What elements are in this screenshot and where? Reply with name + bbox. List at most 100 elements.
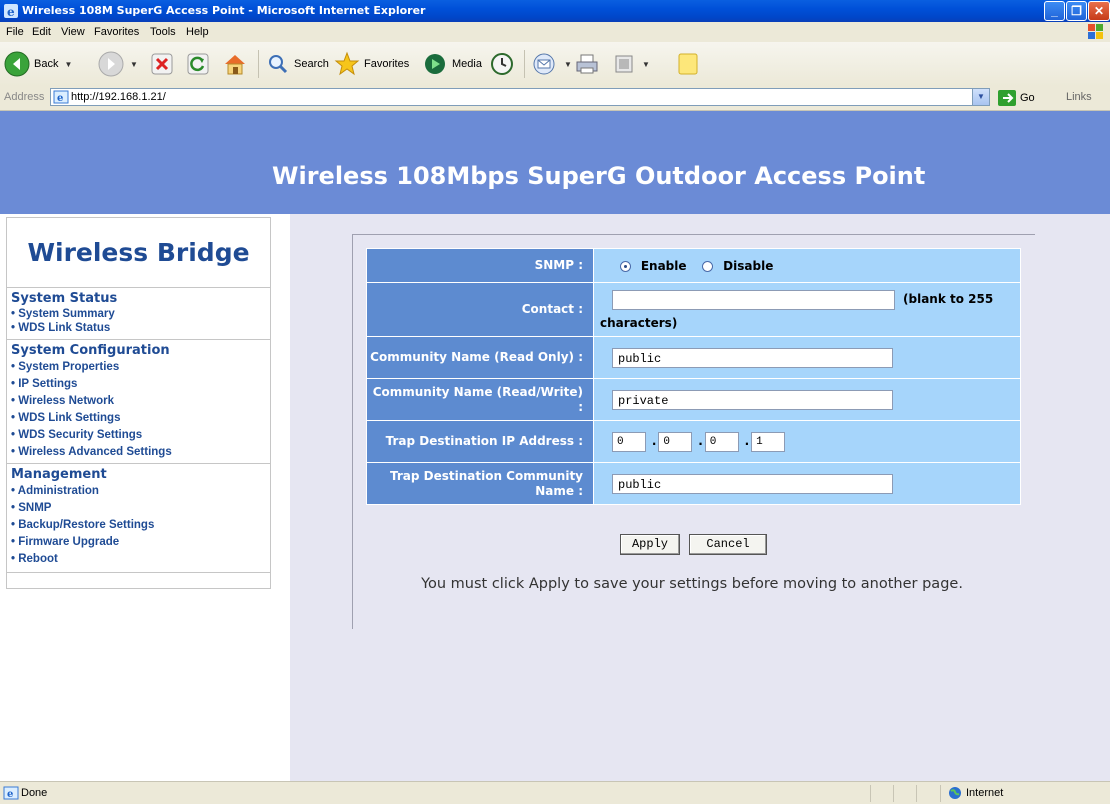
community-rw-input[interactable]: private — [612, 389, 893, 410]
trap-ip-octet-3[interactable]: 0 — [704, 431, 739, 452]
search-button[interactable]: Search — [266, 48, 329, 80]
trap-community-cell: public — [593, 462, 1021, 505]
nav-reboot[interactable]: Reboot — [11, 553, 58, 565]
snmp-options: Enable Disable — [593, 248, 1021, 283]
content-border — [352, 234, 353, 629]
cancel-button[interactable]: Cancel — [689, 534, 767, 555]
page-icon: e — [53, 90, 69, 104]
close-button[interactable]: ✕ — [1088, 1, 1110, 21]
menu-edit[interactable]: Edit — [32, 26, 51, 38]
menu-favorites[interactable]: Favorites — [94, 26, 139, 38]
contact-label: Contact : — [366, 282, 594, 337]
go-button[interactable]: Go — [998, 90, 1035, 106]
windows-logo-icon — [1088, 24, 1103, 39]
url-text: http://192.168.1.21/ — [71, 91, 166, 103]
apply-button[interactable]: Apply — [620, 534, 680, 555]
nav-backup-restore-settings[interactable]: Backup/Restore Settings — [11, 519, 154, 531]
contact-hint: (blank to 255 — [903, 291, 994, 306]
maximize-button[interactable]: ❐ — [1066, 1, 1087, 21]
dropdown-arrow-icon[interactable]: ▼ — [64, 60, 72, 69]
section-management: Management — [11, 467, 107, 482]
refresh-icon — [187, 53, 209, 75]
page-viewport: Wireless 108Mbps SuperG Outdoor Access P… — [0, 111, 1110, 781]
menu-view[interactable]: View — [61, 26, 85, 38]
address-label: Address — [4, 91, 45, 103]
nav-system-summary[interactable]: System Summary — [11, 308, 115, 320]
community-ro-input[interactable]: public — [612, 347, 893, 368]
mail-button[interactable]: ▼ — [532, 48, 572, 80]
nav-ip-settings[interactable]: IP Settings — [11, 378, 77, 390]
snmp-disable-radio[interactable] — [702, 260, 714, 272]
toolbar: Back ▼ ▼ Search Favorites Media ▼ ▼ — [0, 42, 1110, 87]
media-label: Media — [452, 58, 482, 70]
dropdown-arrow-icon[interactable]: ▼ — [642, 60, 650, 69]
back-button[interactable]: Back ▼ — [4, 48, 72, 80]
address-bar: Address e http://192.168.1.21/ ▼ Go Link… — [0, 86, 1110, 111]
status-panel — [893, 785, 894, 802]
snmp-disable-label: Disable — [723, 258, 774, 273]
search-label: Search — [294, 58, 329, 70]
stop-icon — [151, 53, 173, 75]
trap-ip-octet-4[interactable]: 1 — [751, 431, 786, 452]
address-input[interactable]: e http://192.168.1.21/ ▼ — [50, 88, 990, 106]
dropdown-arrow-icon[interactable]: ▼ — [130, 60, 138, 69]
menu-help[interactable]: Help — [186, 26, 209, 38]
minimize-button[interactable]: _ — [1044, 1, 1065, 21]
snmp-label: SNMP : — [366, 248, 594, 283]
media-button[interactable]: Media — [422, 48, 482, 80]
trap-community-input[interactable]: public — [612, 473, 893, 494]
status-panel — [870, 785, 871, 802]
trap-ip-octet-1[interactable]: 0 — [612, 431, 646, 452]
security-zone: Internet — [948, 786, 1003, 800]
forward-button[interactable]: ▼ — [98, 48, 138, 80]
svg-text:e: e — [7, 789, 13, 800]
search-icon — [269, 55, 288, 74]
globe-icon — [949, 787, 961, 799]
mail-icon — [533, 53, 555, 75]
trap-ip-octet-2[interactable]: 0 — [658, 431, 693, 452]
address-dropdown-icon[interactable]: ▼ — [972, 89, 989, 105]
favorites-button[interactable]: Favorites — [334, 48, 409, 80]
nav-snmp[interactable]: SNMP — [11, 502, 51, 514]
toolbar-separator — [524, 50, 525, 78]
contact-hint-continued: characters) — [600, 315, 678, 330]
home-button[interactable] — [222, 48, 248, 80]
nav-wireless-network[interactable]: Wireless Network — [11, 395, 114, 407]
go-arrow-icon — [998, 90, 1016, 106]
history-button[interactable] — [490, 48, 514, 80]
section-system-status: System Status — [11, 291, 118, 306]
nav-wds-link-status[interactable]: WDS Link Status — [11, 322, 110, 334]
status-bar: e Done Internet — [0, 781, 1110, 804]
stop-button[interactable] — [150, 48, 174, 80]
nav-firmware-upgrade[interactable]: Firmware Upgrade — [11, 536, 119, 548]
nav-system-properties[interactable]: System Properties — [11, 361, 119, 373]
back-arrow-icon — [4, 51, 30, 77]
snmp-enable-radio[interactable] — [620, 260, 631, 272]
menu-tools[interactable]: Tools — [150, 26, 176, 38]
page-done-icon: e — [3, 786, 19, 800]
print-button[interactable] — [574, 48, 600, 80]
community-ro-label: Community Name (Read Only) : — [366, 336, 594, 379]
community-ro-cell: public — [593, 336, 1021, 379]
nav-administration[interactable]: Administration — [11, 485, 99, 497]
discuss-button[interactable] — [676, 48, 700, 80]
nav-wds-security-settings[interactable]: WDS Security Settings — [11, 429, 142, 441]
sidebar: Wireless Bridge System Status System Sum… — [6, 217, 271, 589]
menu-bar: File Edit View Favorites Tools Help — [0, 22, 1110, 43]
media-icon — [425, 54, 445, 74]
nav-wireless-advanced-settings[interactable]: Wireless Advanced Settings — [11, 446, 172, 458]
contact-input[interactable] — [612, 289, 895, 310]
refresh-button[interactable] — [186, 48, 210, 80]
menu-file[interactable]: File — [6, 26, 24, 38]
snmp-form: SNMP : Enable Disable Contact : (blank t… — [366, 248, 1021, 505]
apply-notice: You must click Apply to save your settin… — [421, 576, 963, 592]
ie-logo-icon: e — [4, 4, 18, 18]
trap-ip-label: Trap Destination IP Address : — [366, 420, 594, 463]
dropdown-arrow-icon[interactable]: ▼ — [564, 60, 572, 69]
links-button[interactable]: Links — [1066, 91, 1092, 103]
edit-button[interactable]: ▼ — [612, 48, 650, 80]
status-panel — [940, 785, 941, 802]
divider — [7, 572, 270, 573]
title-bar: e Wireless 108M SuperG Access Point - Mi… — [0, 0, 1110, 22]
nav-wds-link-settings[interactable]: WDS Link Settings — [11, 412, 120, 424]
